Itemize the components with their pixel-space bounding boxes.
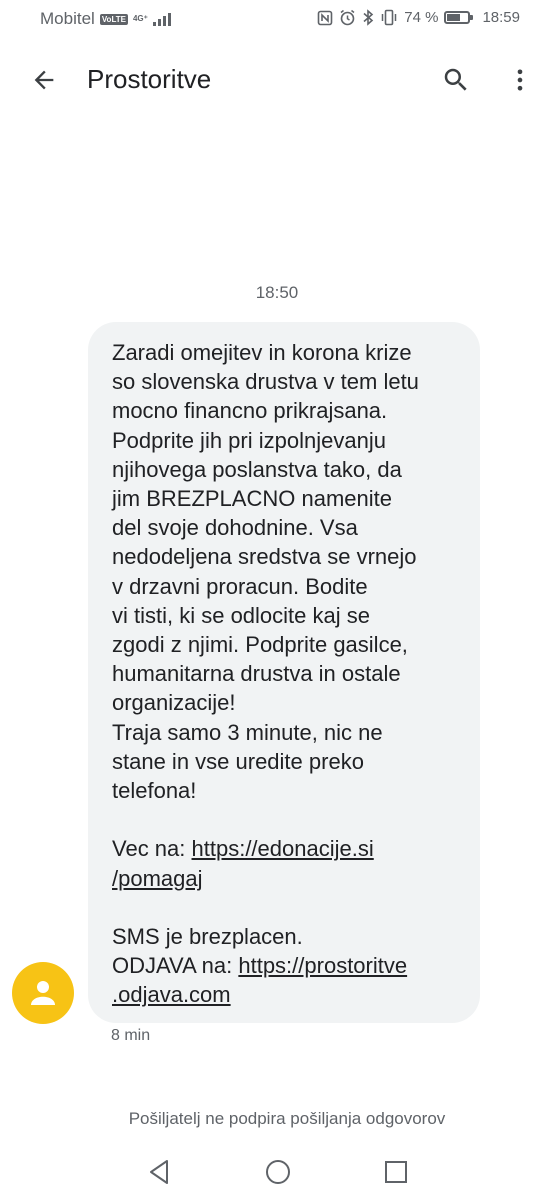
conversation-title: Prostoritve [87, 64, 212, 94]
person-icon [31, 981, 55, 1005]
message-date-header: 18:50 [255, 283, 299, 302]
alarm-icon [340, 9, 355, 26]
message-bubble[interactable]: Zaradi omejitev in korona krize so slove… [88, 322, 480, 1023]
status-bar: Mobitel VoLTE 4G⁺ 74 % 18:59 [0, 0, 554, 38]
nav-home-icon[interactable] [262, 1156, 294, 1188]
donation-prefix: Vec na: [112, 836, 192, 862]
signal-icon [152, 12, 171, 26]
sender-avatar[interactable] [12, 962, 74, 1024]
more-options-button[interactable] [498, 58, 542, 102]
unsubscribe-line: ODJAVA na: https://prostoritve .odjava.co… [112, 951, 458, 1009]
status-left: Mobitel VoLTE 4G⁺ [40, 9, 171, 29]
arrow-back-icon [34, 70, 54, 90]
navigation-bar [0, 1146, 554, 1200]
more-vert-icon [517, 69, 523, 91]
message-body: Zaradi omejitev in korona krize so slove… [112, 340, 419, 804]
battery-percent: 74 % [404, 9, 439, 26]
back-button[interactable] [22, 58, 66, 102]
sms-free-text: SMS je brezplacen. [112, 924, 303, 950]
no-reply-notice: Pošiljatelj ne podpira pošiljanja odgovo… [128, 1109, 446, 1128]
network-type: 4G⁺ [132, 14, 148, 23]
carrier-name: Mobitel [40, 9, 95, 28]
bluetooth-icon [363, 9, 374, 26]
nfc-icon [317, 10, 333, 25]
app-bar: Prostoritve [0, 40, 554, 120]
battery-icon [444, 11, 474, 24]
nav-recents-icon[interactable] [380, 1156, 412, 1188]
status-time: 18:59 [482, 9, 520, 26]
search-button[interactable] [434, 58, 478, 102]
search-icon [444, 68, 467, 91]
donation-line: Vec na: https://edonacije.si/pomagaj [112, 834, 458, 892]
volte-badge: VoLTE [99, 13, 128, 25]
status-right: 74 % 18:59 [317, 9, 520, 26]
unsubscribe-prefix: ODJAVA na: [112, 953, 239, 979]
vibrate-icon [382, 9, 397, 26]
message-timestamp: 8 min [111, 1027, 151, 1044]
nav-back-icon[interactable] [144, 1156, 176, 1188]
